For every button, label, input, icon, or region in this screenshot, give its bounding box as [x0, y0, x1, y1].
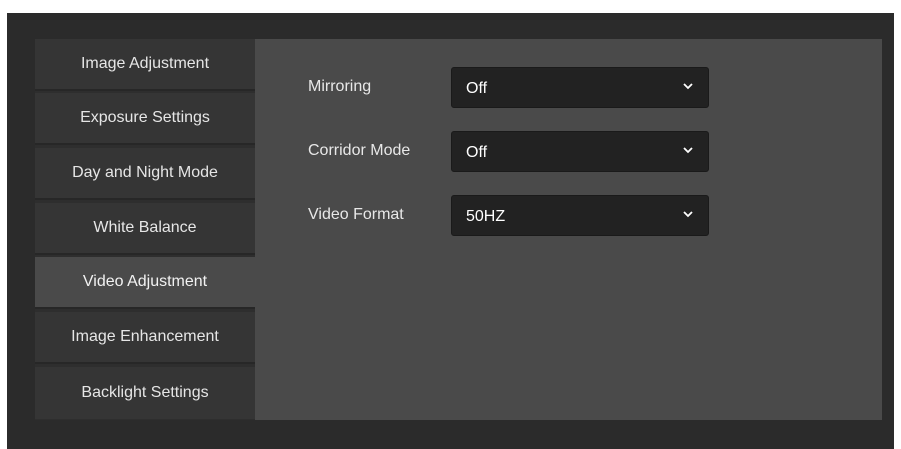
sidebar-item-label: Backlight Settings	[81, 384, 209, 401]
sidebar-item-label: Day and Night Mode	[72, 164, 218, 181]
corridor-mode-value: Off	[466, 144, 488, 161]
chevron-down-icon	[683, 211, 693, 218]
video-format-label: Video Format	[308, 206, 404, 223]
mirroring-label: Mirroring	[308, 78, 372, 95]
video-format-value: 50HZ	[466, 208, 506, 225]
sidebar-item-label: Image Adjustment	[80, 55, 210, 72]
chevron-down-icon	[683, 147, 693, 154]
chevron-down-icon	[683, 83, 693, 90]
corridor-mode-select[interactable]: Off	[451, 131, 709, 172]
sidebar-item-image-enhancement[interactable]: Image Enhancement	[35, 312, 255, 364]
sidebar-item-backlight-settings[interactable]: Backlight Settings	[35, 367, 255, 419]
sidebar-item-video-adjustment[interactable]: Video Adjustment	[35, 257, 255, 309]
sidebar-item-image-adjustment[interactable]: Image Adjustment	[35, 39, 255, 91]
video-format-select[interactable]: 50HZ	[451, 195, 709, 236]
mirroring-select[interactable]: Off	[451, 67, 709, 108]
settings-sidebar: Image Adjustment Exposure Settings Day a…	[35, 39, 255, 420]
corridor-mode-label: Corridor Mode	[308, 142, 411, 159]
sidebar-item-label: Exposure Settings	[80, 109, 210, 126]
sidebar-item-label: Video Adjustment	[82, 273, 208, 290]
sidebar-item-label: White Balance	[93, 219, 197, 236]
sidebar-item-white-balance[interactable]: White Balance	[35, 203, 255, 255]
sidebar-item-label: Image Enhancement	[71, 328, 219, 345]
sidebar-item-day-and-night-mode[interactable]: Day and Night Mode	[35, 148, 255, 200]
sidebar-item-exposure-settings[interactable]: Exposure Settings	[35, 93, 255, 145]
mirroring-value: Off	[466, 80, 488, 97]
